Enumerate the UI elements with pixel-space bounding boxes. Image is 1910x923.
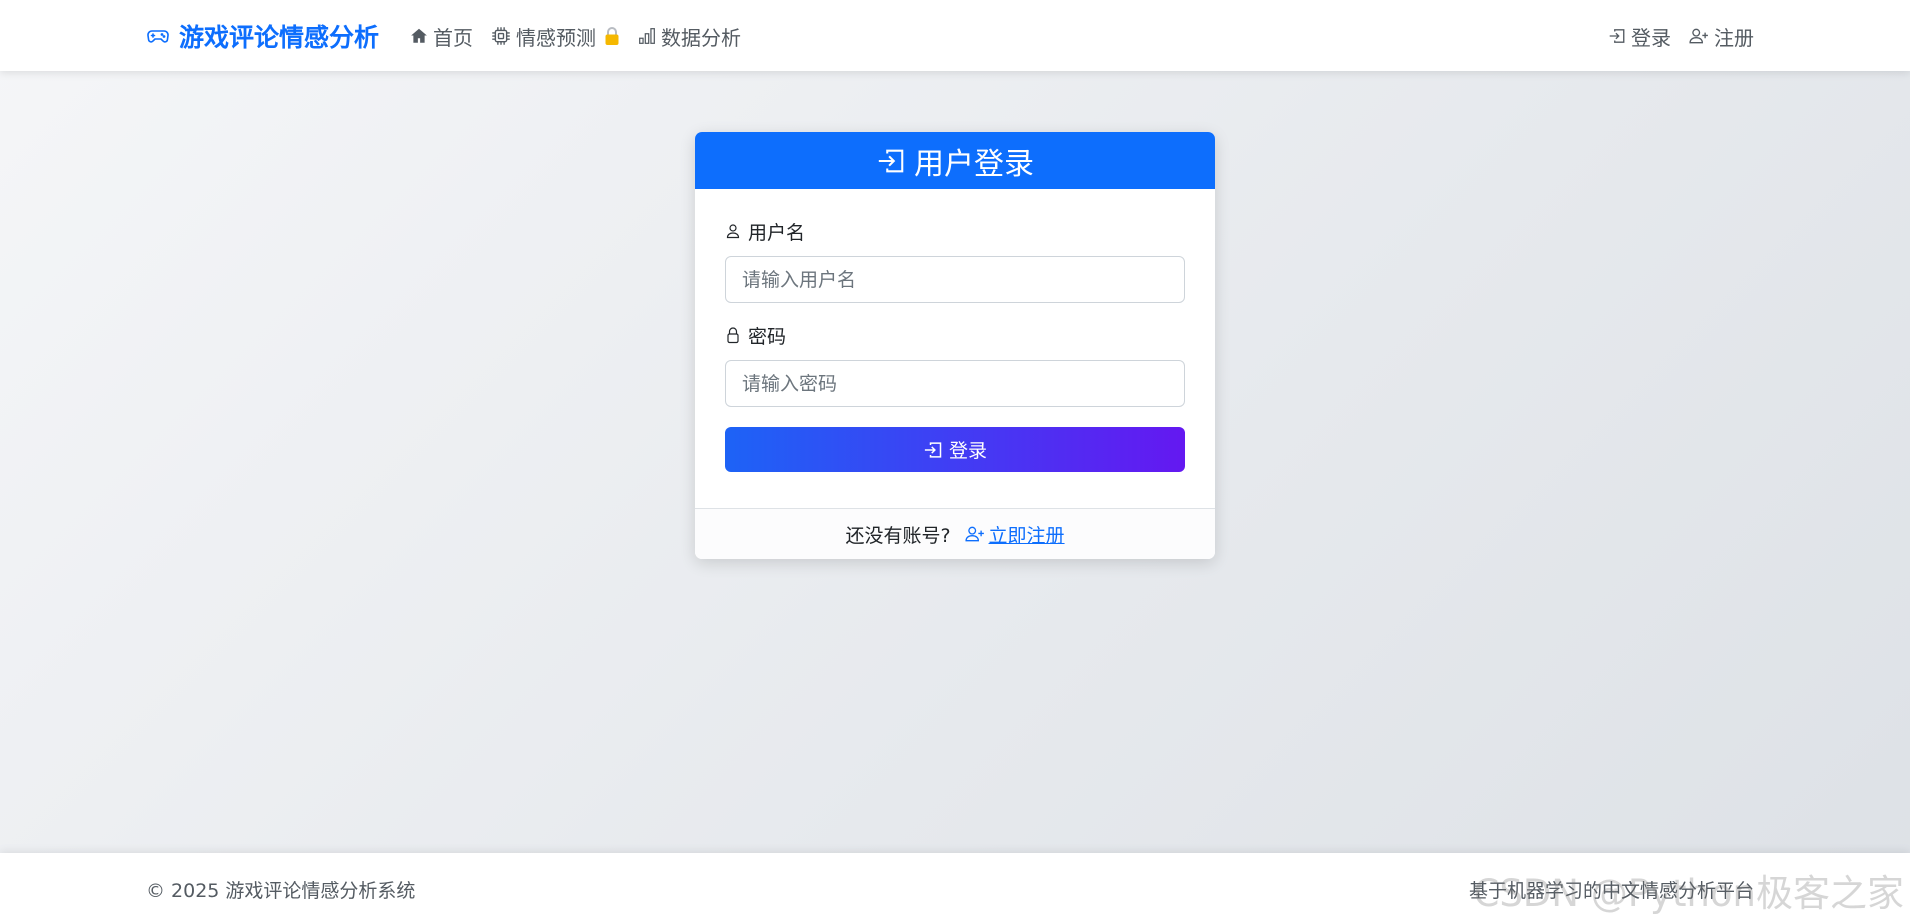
top-navbar: 游戏评论情感分析 首页 情感预测 数据分析 登录 注册 <box>0 0 1910 71</box>
bar-chart-icon <box>638 27 656 45</box>
nav-left: 首页 情感预测 数据分析 <box>410 17 741 55</box>
nav-login-label: 登录 <box>1631 25 1671 50</box>
cpu-icon <box>491 26 511 46</box>
register-now-label: 立即注册 <box>988 524 1065 547</box>
nav-login-link[interactable]: 登录 <box>1608 22 1671 51</box>
nav-analysis-label: 数据分析 <box>661 25 741 50</box>
nav-register-label: 注册 <box>1714 25 1754 50</box>
login-card: 用户登录 用户名 密码 <box>695 132 1215 559</box>
password-input[interactable] <box>725 360 1185 407</box>
username-label-text: 用户名 <box>748 221 806 244</box>
no-account-text: 还没有账号? <box>845 524 951 547</box>
nav-right: 登录 注册 <box>1608 17 1754 55</box>
nav-home-label: 首页 <box>433 25 473 50</box>
password-label: 密码 <box>725 323 1185 348</box>
person-plus-icon <box>1689 27 1709 45</box>
login-card-header: 用户登录 <box>695 132 1215 189</box>
slogan-text: 基于机器学习的中文情感分析平台 <box>1468 880 1754 902</box>
register-now-link[interactable]: 立即注册 <box>964 521 1065 548</box>
padlock-emoji-icon <box>604 26 620 46</box>
copyright-text: © 2025 游戏评论情感分析系统 <box>146 880 416 902</box>
brand-link[interactable]: 游戏评论情感分析 <box>146 17 379 55</box>
page-footer: © 2025 游戏评论情感分析系统 基于机器学习的中文情感分析平台 CSDN @… <box>0 853 1910 923</box>
username-label: 用户名 <box>725 219 1185 244</box>
login-card-footer: 还没有账号? 立即注册 <box>695 508 1215 559</box>
username-group: 用户名 <box>725 219 1185 303</box>
password-group: 密码 <box>725 323 1185 407</box>
nav-predict-label: 情感预测 <box>516 25 596 50</box>
gamepad-icon <box>147 30 169 43</box>
password-label-text: 密码 <box>748 325 787 348</box>
person-plus-icon <box>964 526 984 542</box>
box-arrow-in-right-icon <box>878 149 904 172</box>
house-icon <box>410 27 428 45</box>
nav-home-link[interactable]: 首页 <box>410 22 473 51</box>
nav-register-link[interactable]: 注册 <box>1689 22 1754 51</box>
brand-title: 游戏评论情感分析 <box>179 23 380 52</box>
login-submit-button[interactable]: 登录 <box>725 427 1185 472</box>
lock-icon <box>727 327 739 344</box>
login-title: 用户登录 <box>914 146 1034 182</box>
username-input[interactable] <box>725 256 1185 303</box>
nav-predict-link[interactable]: 情感预测 <box>491 22 620 51</box>
box-arrow-in-right-icon <box>1608 27 1626 45</box>
login-form: 用户名 密码 登录 <box>695 189 1215 472</box>
person-icon <box>726 224 740 239</box>
login-submit-label: 登录 <box>948 440 987 462</box>
box-arrow-in-right-icon <box>924 441 942 458</box>
nav-analysis-link[interactable]: 数据分析 <box>638 22 741 51</box>
